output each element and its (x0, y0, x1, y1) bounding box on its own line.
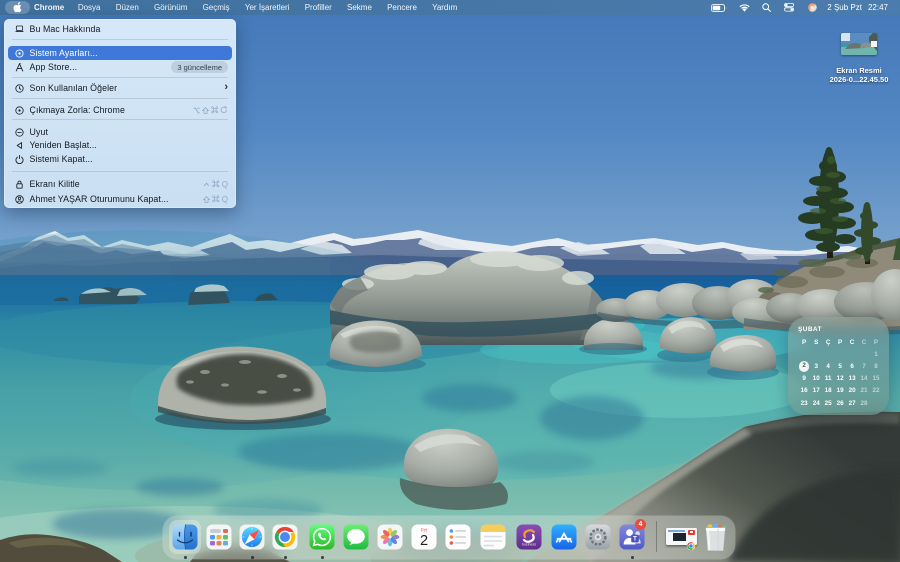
svg-text:Pzt: Pzt (421, 528, 428, 533)
svg-text:2: 2 (420, 533, 428, 549)
svg-text:T: T (633, 536, 637, 543)
svg-text:business: business (522, 543, 536, 547)
